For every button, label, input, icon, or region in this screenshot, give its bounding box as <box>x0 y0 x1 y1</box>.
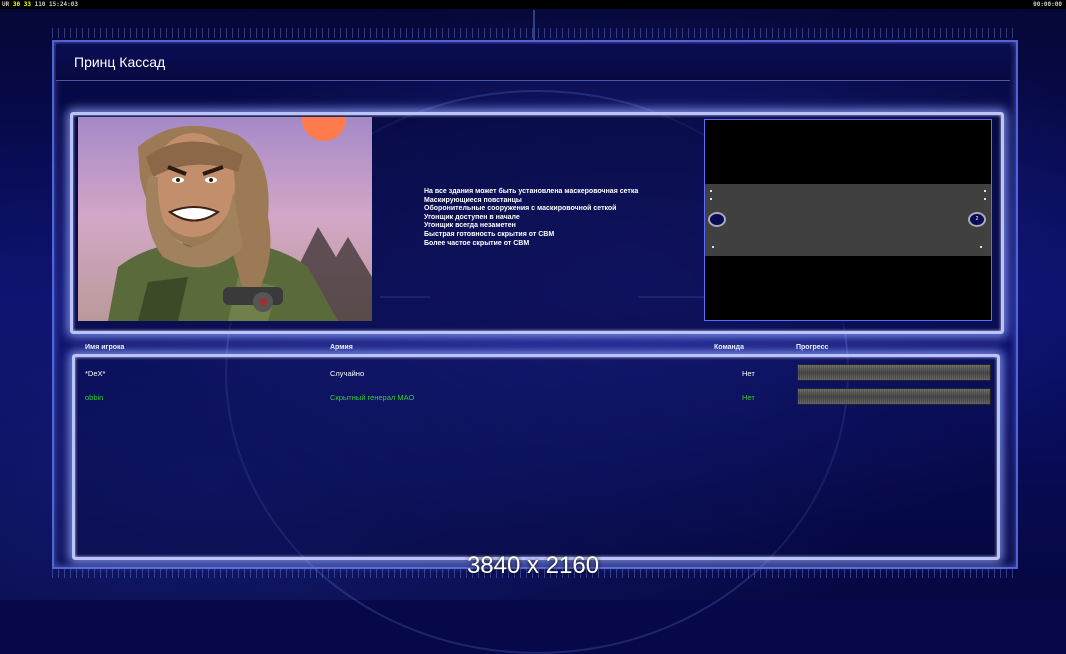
players-panel <box>72 354 1000 560</box>
start-position-2[interactable]: 2 <box>968 212 986 227</box>
general-name: Принц Кассад <box>74 54 166 70</box>
player-name: *DeX* <box>85 369 106 378</box>
portrait-image <box>78 117 372 321</box>
general-portrait <box>78 117 372 321</box>
map-marker <box>984 198 986 200</box>
player-army: Случайно <box>330 369 365 378</box>
hud-prefix: UR <box>2 1 10 8</box>
player-progress-bar <box>797 388 991 405</box>
hud-clock: 15:24:03 <box>49 1 78 8</box>
hud-top-bar: UR 30 33 110 15:24:03 00:00:00 <box>0 0 1066 9</box>
start-position-1[interactable] <box>708 212 726 227</box>
hud-value-b: 33 <box>23 1 31 8</box>
map-marker <box>712 246 714 248</box>
feature-line: На все здания может быть установлена мас… <box>424 188 639 195</box>
map-terrain <box>705 184 991 256</box>
resolution-overlay: 3840 x 2160 <box>466 552 600 579</box>
progress-fill <box>798 389 990 404</box>
top-ruler <box>52 28 1014 38</box>
title-bar: Принц Кассад <box>56 44 1010 81</box>
feature-line: Быстрая готовность скрытия от СВМ <box>424 230 555 238</box>
col-header-army: Армия <box>330 344 353 351</box>
player-name: obbin <box>85 393 104 402</box>
feature-line: Оборонительные сооружения с маскировочно… <box>424 205 617 213</box>
player-team: Нет <box>742 393 755 402</box>
progress-fill <box>798 365 990 380</box>
map-preview: 2 <box>704 119 992 321</box>
feature-line: Маскирующиеся повстанцы <box>424 196 522 204</box>
hud-timer: 00:00:00 <box>1033 1 1062 8</box>
map-marker <box>984 190 986 192</box>
feature-line: Угонщик доступен в начале <box>424 213 520 221</box>
map-marker <box>710 198 712 200</box>
col-header-progress: Прогресс <box>796 344 829 351</box>
general-features: На все здания может быть установлена мас… <box>424 188 694 248</box>
hud-stats: UR 30 33 110 15:24:03 <box>2 1 78 8</box>
col-header-team: Команда <box>714 344 744 351</box>
col-header-name: Имя игрока <box>85 344 125 351</box>
player-progress-bar <box>797 364 991 381</box>
player-team: Нет <box>742 369 755 378</box>
player-army: Скрытный генерал МАО <box>330 393 415 402</box>
map-marker <box>980 246 982 248</box>
feature-line: Более частое скрытие от СВМ <box>424 239 530 247</box>
feature-line: Угонщик всегда незаметен <box>424 222 516 230</box>
map-marker <box>710 190 712 192</box>
hud-value-a: 30 <box>12 1 21 8</box>
hud-value-c: 110 <box>34 1 46 8</box>
